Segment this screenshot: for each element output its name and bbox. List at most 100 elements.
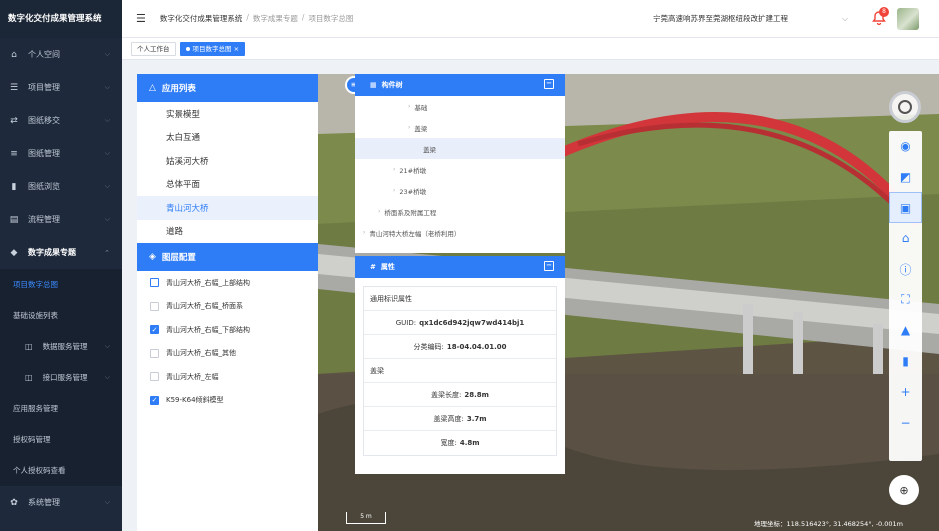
- sidebar-item-3[interactable]: ≡ 图纸管理 ⌵: [0, 137, 122, 170]
- checkbox[interactable]: [150, 278, 159, 288]
- zoom-out-icon: −: [900, 415, 911, 430]
- home-button[interactable]: ▲: [889, 315, 922, 346]
- sidebar-item-2[interactable]: ⇄ 图纸移交 ⌵: [0, 104, 122, 137]
- settings-icon: ✿: [10, 497, 18, 508]
- app-list-item[interactable]: 实景模型: [137, 102, 318, 126]
- chevron-down-icon: ⌵: [104, 215, 110, 223]
- checkbox[interactable]: ✓: [150, 395, 159, 405]
- layer-item[interactable]: 青山河大桥_右幅_其他: [137, 342, 318, 366]
- section-title: 盖梁: [364, 359, 556, 383]
- home-icon: ⌂: [11, 49, 17, 60]
- component-tree-panel: ▦ 构件树 − › 基础 › 盖梁 盖梁 › 21#桥墩 › 23#桥墩 › 桥面系及附属工程 › 青山…: [355, 74, 565, 253]
- checkbox[interactable]: [150, 348, 159, 358]
- globe-button[interactable]: ⊕: [889, 475, 919, 505]
- scale-bar: 5 m: [346, 512, 386, 524]
- sidebar-item-system[interactable]: ✿ 系统管理 ⌵: [0, 486, 122, 519]
- building-button[interactable]: ⌂: [889, 223, 922, 254]
- collapse-icon[interactable]: −: [544, 79, 554, 89]
- tree-node[interactable]: 盖梁: [355, 138, 565, 159]
- tab-project-map[interactable]: 项目数字总图 ×: [179, 41, 246, 56]
- sidebar-subitem-label: 授权码管理: [13, 435, 51, 444]
- layers-icon: ◉: [900, 139, 911, 154]
- layer-config-header: ◈ 图层配置: [137, 243, 318, 271]
- layer-item[interactable]: ✓ 青山河大桥_右幅_下部结构: [137, 318, 318, 342]
- tree-node[interactable]: › 23#桥墩: [355, 180, 565, 201]
- project-selector[interactable]: 宁莞高速响苏界至莞湖枢纽段改扩建工程: [653, 13, 788, 24]
- list-icon: ☰: [9, 82, 19, 93]
- sidebar-item-0[interactable]: ⌂ 个人空间 ⌵: [0, 38, 122, 71]
- checkbox[interactable]: ✓: [150, 325, 159, 335]
- tree-node-label: 21#桥墩: [399, 166, 427, 175]
- sidebar-item-label: 流程管理: [28, 215, 60, 224]
- breadcrumb-item[interactable]: 数字成果专题: [253, 13, 298, 24]
- sidebar-subitem-label: 应用服务管理: [13, 404, 58, 413]
- layer-item-label: 青山河大桥_右幅_桥面系: [166, 302, 243, 311]
- info-button[interactable]: ⓘ: [889, 254, 922, 285]
- notification-bell[interactable]: 8: [871, 7, 889, 28]
- app-list-item[interactable]: 青山河大桥: [137, 196, 318, 220]
- app-list-item[interactable]: 姑溪河大桥: [137, 149, 318, 173]
- sidebar-subitem-5[interactable]: 授权码管理: [0, 424, 122, 455]
- module-icon: ◫: [25, 342, 33, 351]
- marker-button[interactable]: ▮: [889, 346, 922, 377]
- chevron-right-icon: ›: [408, 103, 411, 110]
- avatar[interactable]: [897, 8, 919, 30]
- frame-button[interactable]: ▣: [889, 192, 922, 224]
- map-toolbar: ◉ ◩ ▣ ⌂ ⓘ ⛶ ▲ ▮ + −: [889, 131, 922, 461]
- layer-item[interactable]: 青山河大桥_右幅_上部结构: [137, 271, 318, 295]
- sidebar-item-label: 图纸移交: [28, 116, 60, 125]
- navigation-compass[interactable]: [889, 91, 921, 123]
- property-height: 盖梁高度: 3.7m: [364, 407, 556, 431]
- sidebar-item-4[interactable]: ▮ 图纸浏览 ⌵: [0, 170, 122, 203]
- tree-node[interactable]: › 盖梁: [355, 117, 565, 138]
- sidebar-item-5[interactable]: ▤ 流程管理 ⌵: [0, 203, 122, 236]
- info-icon: ⓘ: [899, 262, 912, 277]
- sidebar-item-label: 系统管理: [28, 498, 60, 507]
- zoom-out-button[interactable]: −: [889, 407, 922, 438]
- tree-node[interactable]: › 基础: [355, 96, 565, 117]
- tree-node[interactable]: › 桥面系及附属工程: [355, 201, 565, 222]
- view-icon: ◩: [899, 170, 912, 185]
- tree-node[interactable]: › 21#桥墩: [355, 159, 565, 180]
- app-list-item[interactable]: 太白互通: [137, 126, 318, 150]
- chevron-right-icon: ›: [408, 124, 411, 131]
- app-list-item[interactable]: 总体平面: [137, 173, 318, 197]
- breadcrumb: 数字化交付成果管理系统 / 数字成果专题 / 项目数字总图: [159, 13, 354, 24]
- sidebar-item-6[interactable]: ◆ 数字成果专题 ⌃: [0, 236, 122, 269]
- sidebar-subitem-1[interactable]: 基础设施列表: [0, 300, 122, 331]
- zoom-in-icon: +: [900, 384, 911, 399]
- sidebar-subitem-4[interactable]: 应用服务管理: [0, 393, 122, 424]
- sidebar-subitem-6[interactable]: 个人授权码查看: [0, 455, 122, 486]
- active-dot-icon: [185, 46, 190, 51]
- sidebar-subitem-0[interactable]: 项目数字总图: [0, 269, 122, 300]
- checkbox[interactable]: [150, 372, 159, 382]
- chevron-right-icon: ›: [393, 187, 396, 194]
- view-button[interactable]: ◩: [889, 162, 922, 193]
- app-list-item[interactable]: 道路: [137, 220, 318, 244]
- sidebar-subitem-2[interactable]: ◫ 数据服务管理 ⌵: [0, 331, 122, 362]
- layers-button[interactable]: ◉: [889, 131, 922, 162]
- tree-node[interactable]: › 青山河特大桥左幅（老桥利用）: [355, 222, 565, 243]
- tree-node-label: 盖梁: [423, 145, 436, 154]
- building-icon: ⌂: [901, 231, 910, 246]
- home-icon: ▲: [900, 323, 911, 338]
- zoom-in-button[interactable]: +: [889, 377, 922, 408]
- sidebar-item-label: 个人空间: [28, 50, 60, 59]
- tree-node-label: 青山河特大桥左幅（老桥利用）: [369, 229, 461, 238]
- breadcrumb-item[interactable]: 数字化交付成果管理系统: [160, 13, 243, 24]
- layer-item[interactable]: 青山河大桥_左幅: [137, 365, 318, 389]
- tree-node-label: 盖梁: [414, 124, 428, 133]
- tab-workbench[interactable]: 个人工作台: [131, 41, 176, 56]
- sidebar-item-1[interactable]: ☰ 项目管理 ⌵: [0, 71, 122, 104]
- breadcrumb-item: 项目数字总图: [308, 14, 354, 23]
- chevron-right-icon: ›: [378, 208, 381, 215]
- tree-node-label: 桥面系及附属工程: [384, 208, 437, 217]
- layer-item[interactable]: ✓ K59-K64倾斜模型: [137, 389, 318, 413]
- chevron-down-icon[interactable]: ⌵: [842, 14, 848, 24]
- menu-toggle-icon[interactable]: ☰: [136, 12, 146, 25]
- layer-item[interactable]: 青山河大桥_右幅_桥面系: [137, 295, 318, 319]
- measure-button[interactable]: ⛶: [889, 284, 922, 315]
- checkbox[interactable]: [150, 301, 159, 311]
- collapse-icon[interactable]: −: [544, 261, 554, 271]
- sidebar-subitem-3[interactable]: ◫ 接口服务管理 ⌵: [0, 362, 122, 393]
